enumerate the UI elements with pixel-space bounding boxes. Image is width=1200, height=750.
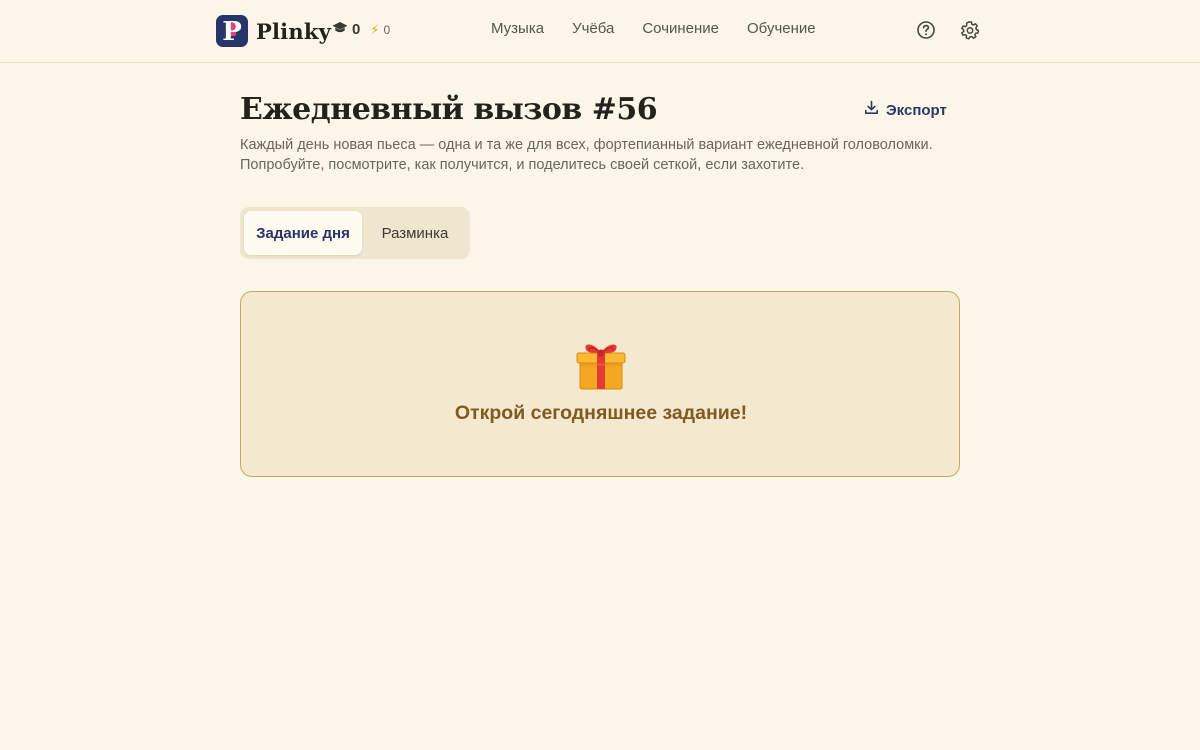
open-challenge-card[interactable]: Открой сегодняшнее задание! bbox=[240, 291, 960, 477]
tab-daily-task[interactable]: Задание дня bbox=[244, 211, 362, 255]
brand[interactable]: P Plinky bbox=[216, 15, 331, 47]
export-label: Экспорт bbox=[886, 101, 947, 119]
tab-warmup[interactable]: Разминка bbox=[364, 211, 466, 255]
page-title: Ежедневный вызов #56 bbox=[240, 92, 658, 127]
lightning-icon: ⚡ bbox=[370, 21, 380, 37]
download-icon bbox=[864, 100, 879, 120]
main-nav: Музыка Учёба Сочинение Обучение bbox=[491, 20, 816, 37]
learned-count: 0 bbox=[352, 21, 361, 38]
challenge-tabs: Задание дня Разминка bbox=[240, 207, 470, 259]
card-call-to-action: Открой сегодняшнее задание! bbox=[454, 402, 748, 424]
export-button[interactable]: Экспорт bbox=[864, 100, 947, 120]
logo-letter: P bbox=[222, 16, 242, 47]
graduation-cap-icon bbox=[332, 21, 348, 38]
brand-name: Plinky bbox=[256, 18, 331, 44]
plinky-logo: P bbox=[216, 15, 248, 47]
nav-learning[interactable]: Обучение bbox=[747, 20, 816, 37]
nav-study[interactable]: Учёба bbox=[572, 20, 614, 37]
nav-music[interactable]: Музыка bbox=[491, 20, 544, 37]
page-description: Каждый день новая пьеса — одна и та же д… bbox=[240, 137, 933, 173]
gear-icon[interactable] bbox=[960, 20, 980, 40]
gift-icon bbox=[573, 337, 629, 393]
user-stats: 0 ⚡ 0 bbox=[332, 21, 390, 38]
nav-composition[interactable]: Сочинение bbox=[642, 20, 719, 37]
top-bar: P Plinky 0 ⚡ 0 Музыка Учёба Сочинение Об… bbox=[0, 0, 1200, 63]
streak-count: 0 bbox=[383, 22, 391, 37]
help-circle-icon[interactable] bbox=[916, 20, 936, 40]
